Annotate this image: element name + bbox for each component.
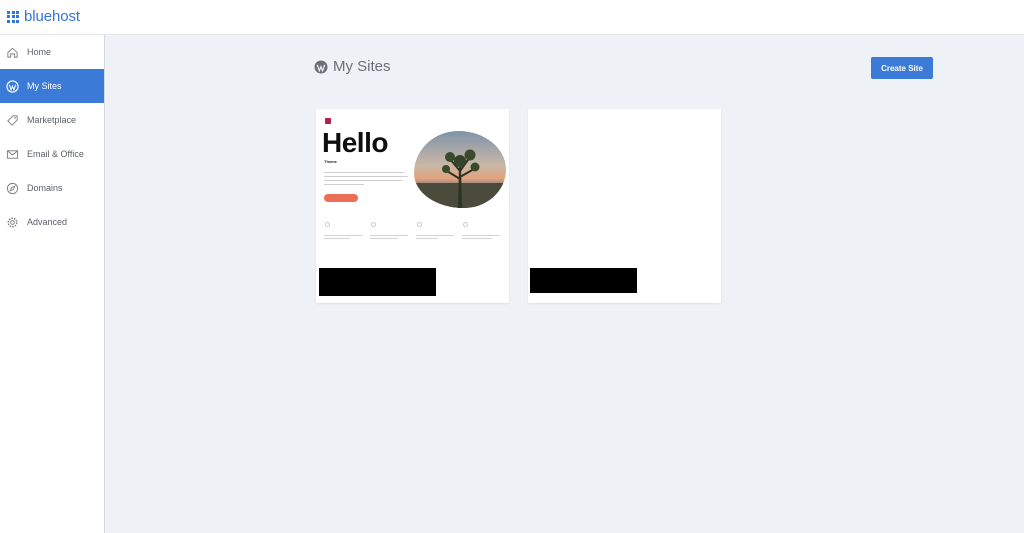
page-title-text: My Sites — [333, 58, 391, 75]
sidebar-item-email-office[interactable]: Email & Office — [0, 137, 104, 171]
preview-feature-icon — [417, 222, 422, 227]
bluehost-logo[interactable]: bluehost — [7, 8, 80, 25]
preview-cta-button — [324, 194, 358, 202]
sidebar-item-domains[interactable]: Domains — [0, 171, 104, 205]
sidebar-item-marketplace[interactable]: Marketplace — [0, 103, 104, 137]
preview-text-line — [324, 184, 364, 185]
sidebar-item-label: Home — [27, 47, 52, 57]
compass-icon — [6, 182, 19, 195]
sidebar-item-my-sites[interactable]: My Sites — [0, 69, 104, 103]
sidebar-item-home[interactable]: Home — [0, 35, 104, 69]
top-bar: bluehost — [0, 0, 1024, 35]
redacted-site-name — [319, 268, 436, 296]
sidebar-item-label: Advanced — [27, 217, 68, 227]
preview-text-line — [370, 235, 408, 236]
preview-text-line — [324, 180, 402, 181]
preview-subheading: Theme — [324, 159, 337, 164]
gear-icon — [6, 216, 19, 229]
preview-feature-icon — [325, 222, 330, 227]
redacted-site-name — [530, 268, 637, 293]
wordpress-icon — [6, 79, 19, 93]
sidebar-item-label: Email & Office — [27, 149, 84, 159]
brand-name: bluehost — [24, 8, 80, 25]
preview-text-line — [416, 235, 454, 236]
sidebar-item-label: Marketplace — [27, 115, 77, 125]
preview-cactus-image — [414, 131, 506, 208]
preview-text-line — [462, 235, 500, 236]
preview-feature-icon — [463, 222, 468, 227]
wordpress-icon — [314, 60, 328, 73]
preview-text-line — [324, 176, 408, 177]
preview-heading: Hello — [322, 127, 388, 158]
envelope-icon — [6, 148, 19, 161]
sidebar-item-label: Domains — [27, 183, 63, 193]
preview-text-line — [416, 238, 438, 239]
elementor-logo-icon — [325, 118, 331, 124]
preview-text-line — [370, 238, 398, 239]
page-title: My Sites — [314, 58, 391, 75]
preview-text-line — [462, 238, 492, 239]
sidebar: Home My Sites Marketplace Email & Office… — [0, 35, 105, 533]
home-icon — [6, 46, 19, 59]
site-card[interactable] — [528, 109, 721, 303]
site-card[interactable]: Hello Theme — [316, 109, 509, 303]
preview-text-line — [324, 172, 404, 173]
sidebar-item-advanced[interactable]: Advanced — [0, 205, 104, 239]
tag-icon — [6, 114, 19, 127]
preview-feature-icon — [371, 222, 376, 227]
grid-logo-icon — [7, 10, 19, 23]
create-site-button[interactable]: Create Site — [871, 57, 933, 79]
sidebar-item-label: My Sites — [27, 81, 62, 91]
preview-text-line — [324, 235, 362, 236]
preview-text-line — [324, 238, 350, 239]
